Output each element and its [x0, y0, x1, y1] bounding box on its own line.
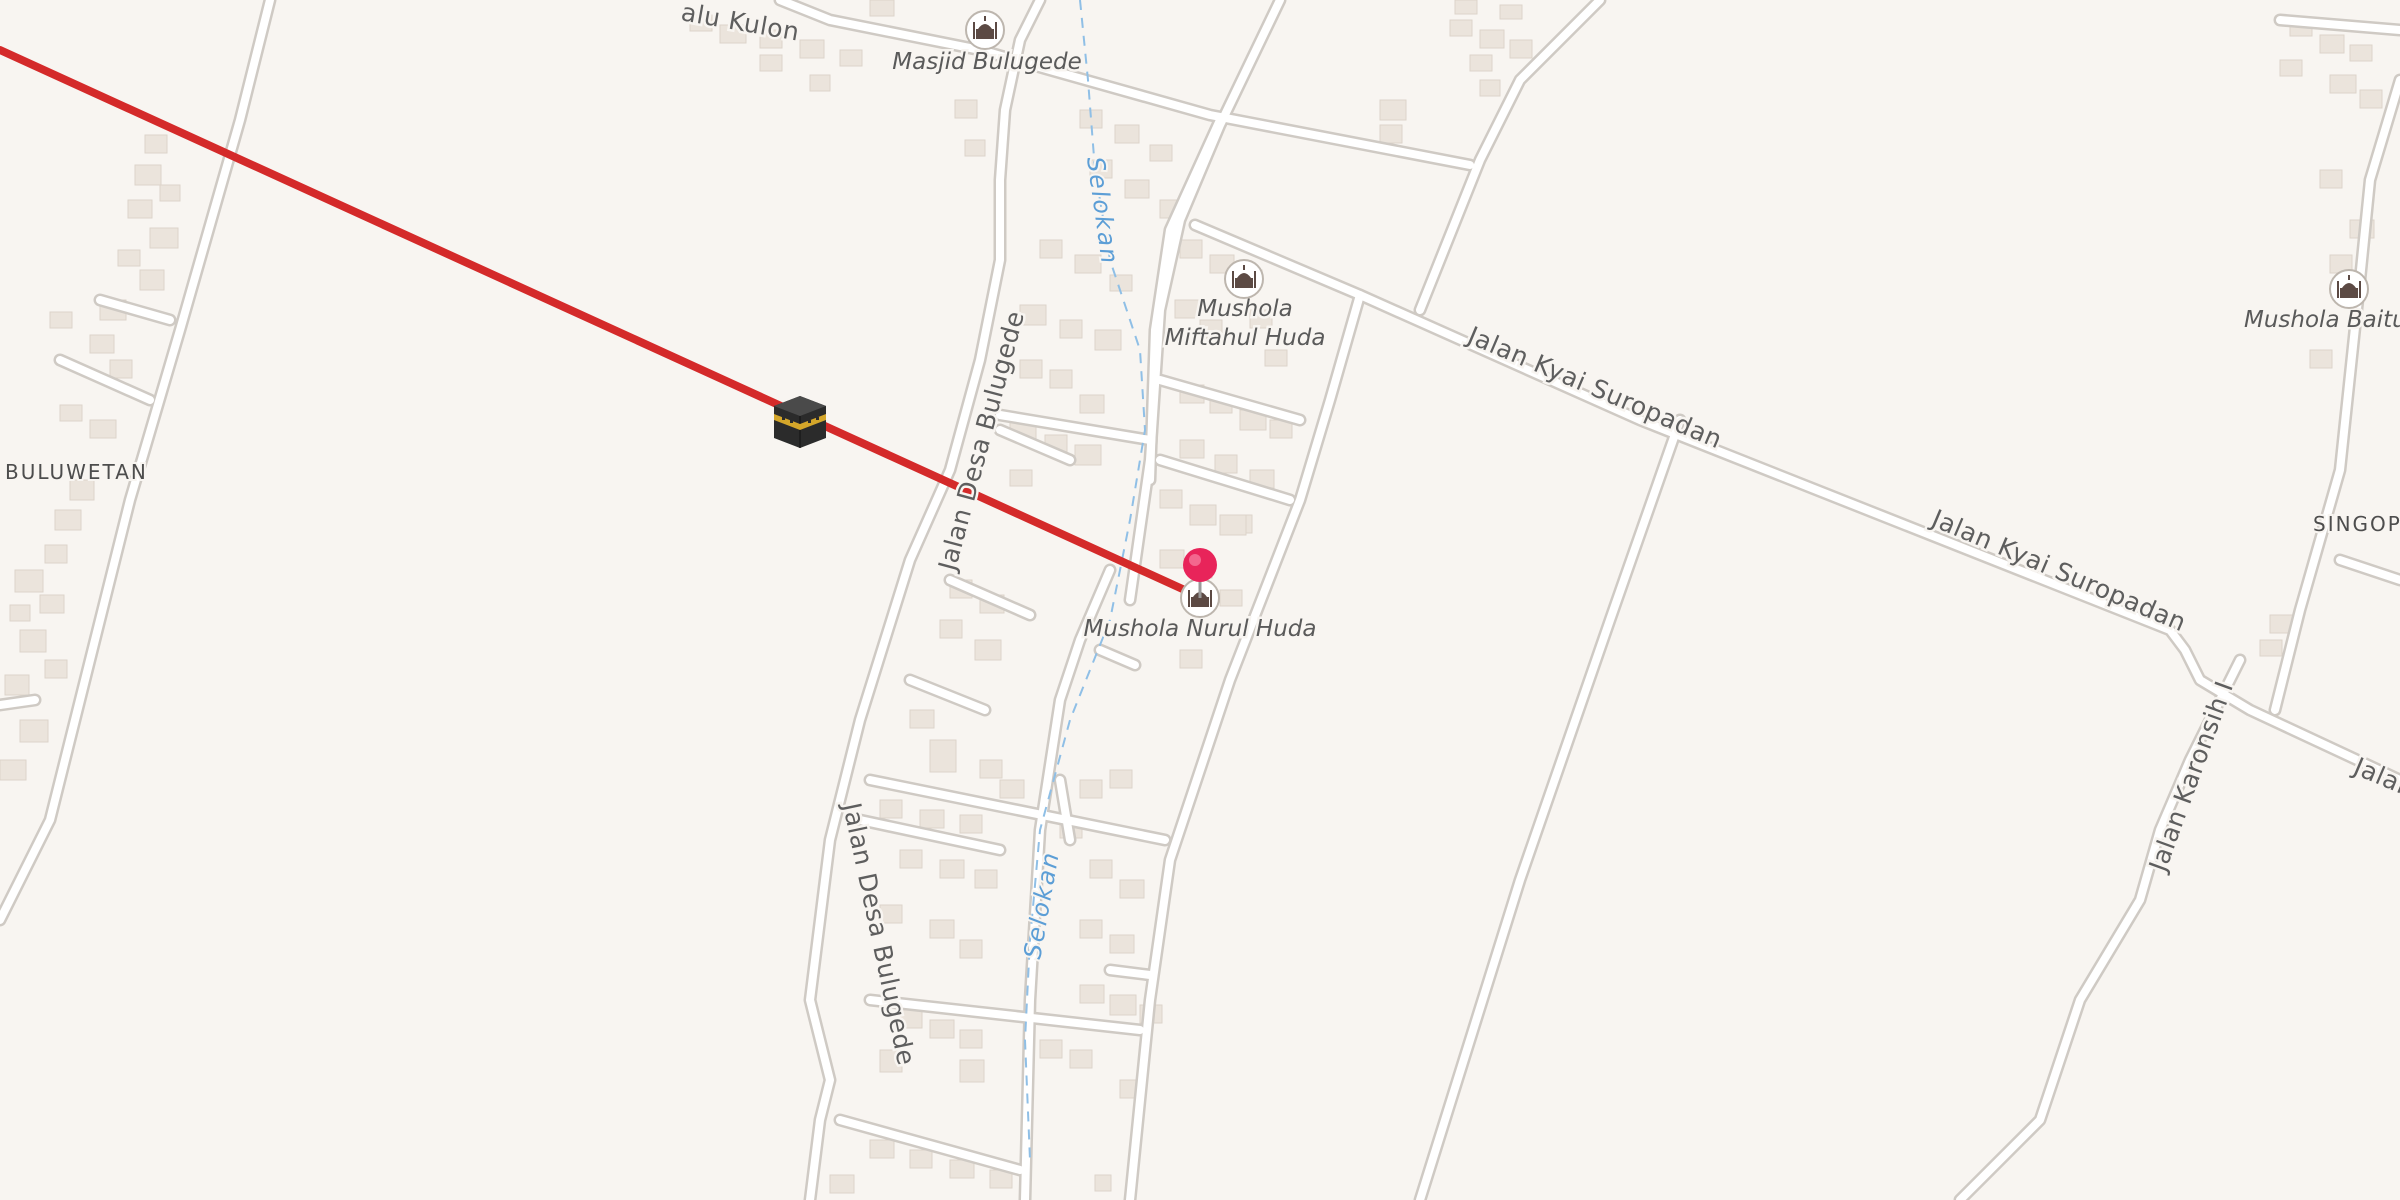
- mosque-icon[interactable]: [2329, 269, 2369, 309]
- mosque-icon[interactable]: [965, 10, 1005, 50]
- map-canvas[interactable]: alu Kulon Jalan Kyai Suropadan Jalan Kya…: [0, 0, 2400, 1200]
- mosque-icon[interactable]: [1224, 259, 1264, 299]
- poi-icon-layer: [774, 10, 2369, 618]
- kaaba-icon[interactable]: [774, 396, 826, 448]
